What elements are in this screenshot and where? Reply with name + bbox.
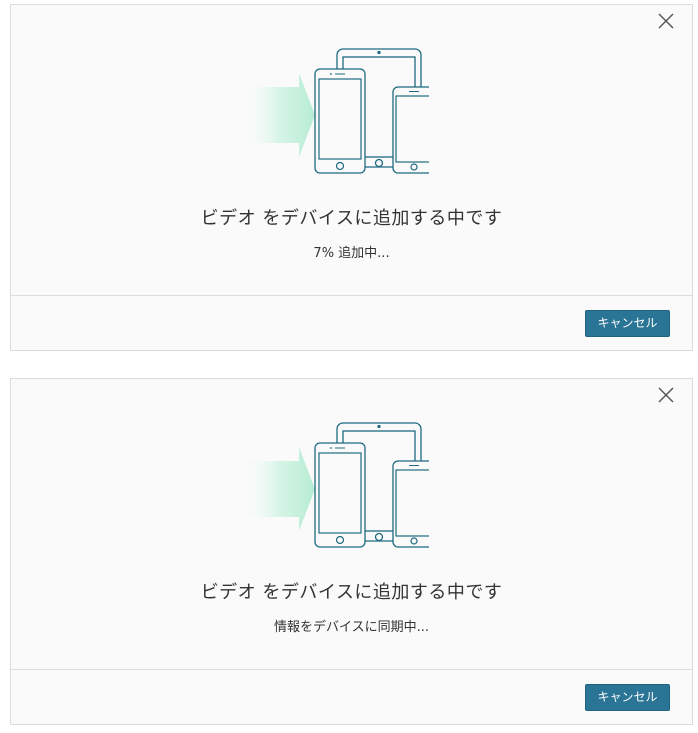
iphone-small-icon	[392, 460, 436, 548]
cancel-button[interactable]: キャンセル	[585, 310, 670, 337]
dialog-footer: キャンセル	[11, 295, 692, 350]
dialog-title: ビデオ をデバイスに追加する中です	[200, 208, 503, 229]
arrow-icon	[237, 447, 315, 531]
cancel-button[interactable]: キャンセル	[585, 684, 670, 711]
device-transfer-illustration	[237, 421, 436, 551]
dialog-title: ビデオ をデバイスに追加する中です	[200, 582, 503, 603]
sync-status: 情報をデバイスに同期中...	[273, 620, 429, 635]
device-transfer-illustration	[237, 47, 436, 177]
arrow-icon	[237, 73, 315, 157]
dialog-footer: キャンセル	[11, 669, 692, 724]
iphone-icon	[314, 442, 366, 548]
iphone-small-icon	[392, 86, 436, 174]
close-icon[interactable]	[656, 11, 676, 31]
close-icon[interactable]	[656, 385, 676, 405]
progress-dialog: ビデオ をデバイスに追加する中です 7% 追加中... キャンセル	[10, 4, 693, 351]
progress-status: 7% 追加中...	[313, 246, 390, 261]
iphone-icon	[314, 68, 366, 174]
progress-dialog: ビデオ をデバイスに追加する中です 情報をデバイスに同期中... キャンセル	[10, 378, 693, 725]
